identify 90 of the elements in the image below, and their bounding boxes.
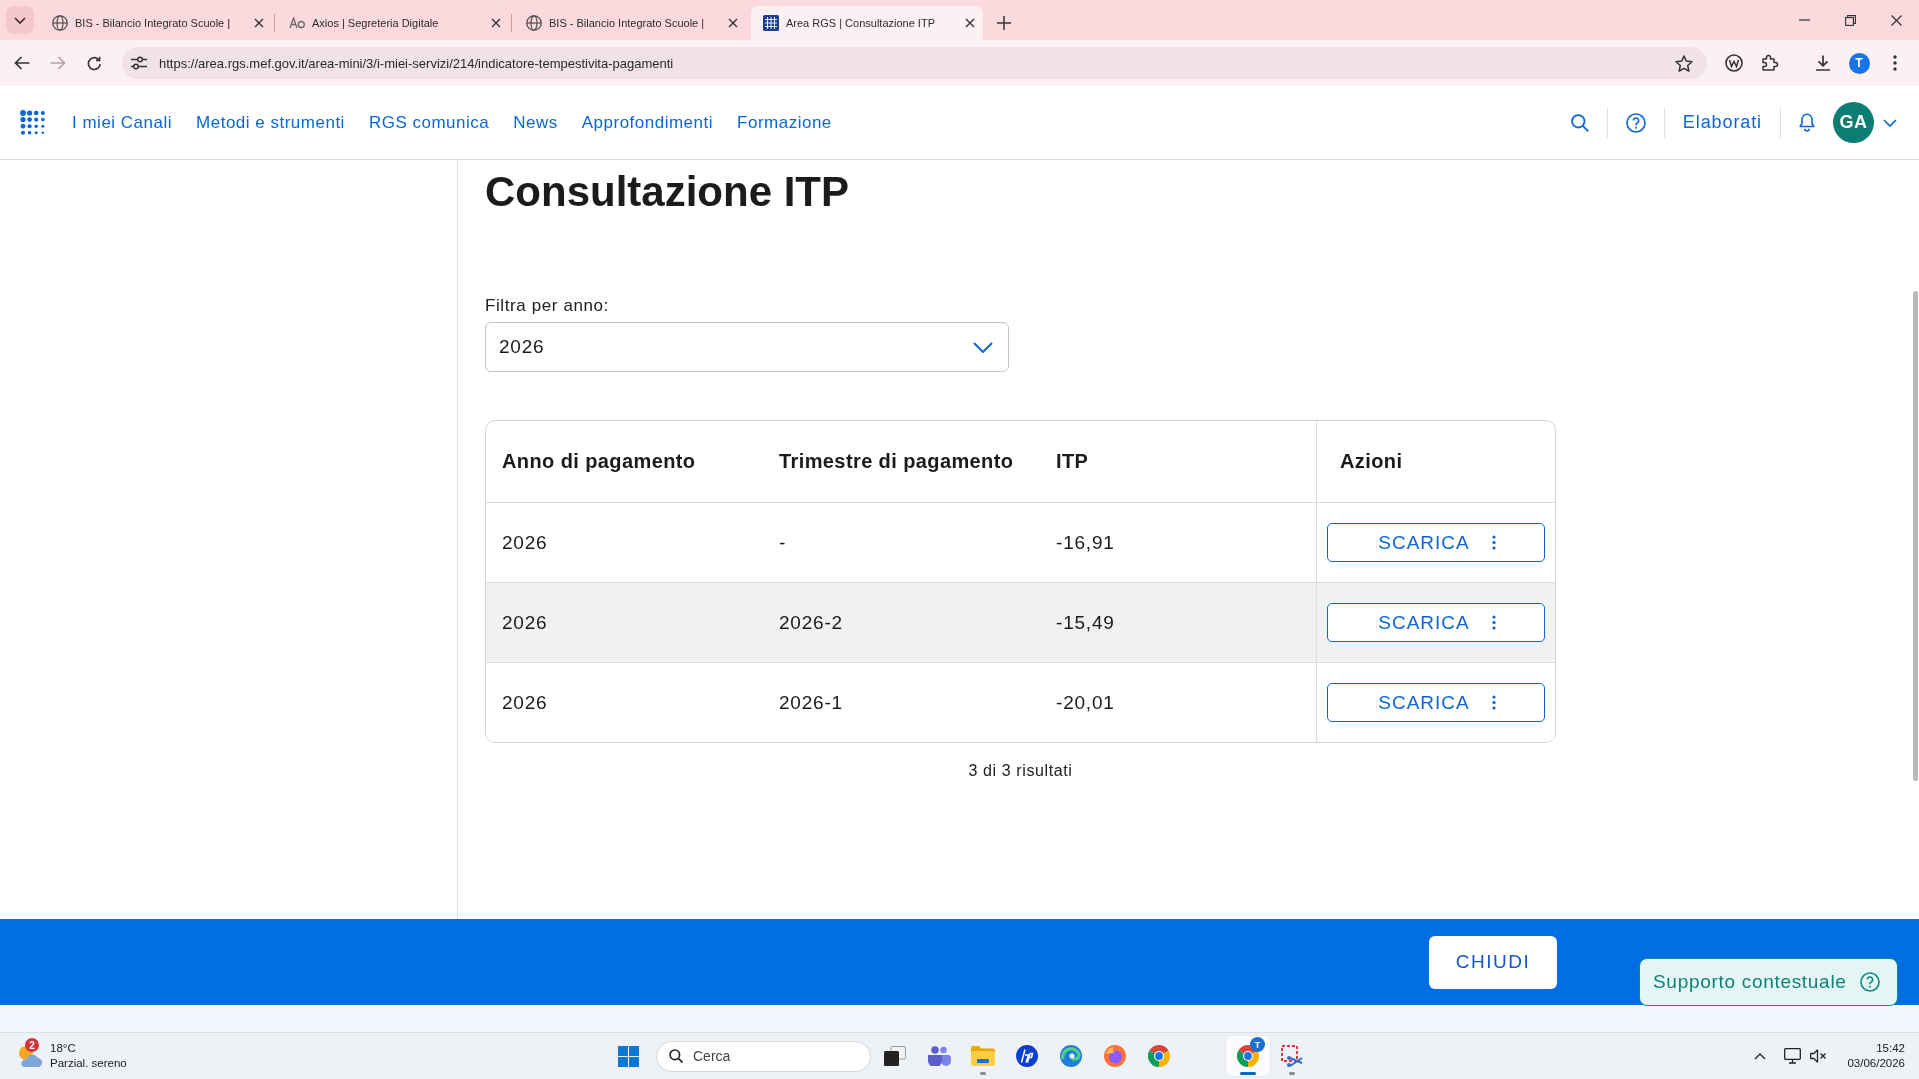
chevron-down-icon	[14, 16, 26, 24]
snip-icon	[1281, 1045, 1303, 1067]
table-cell: 2026-1	[779, 691, 843, 714]
more-icon[interactable]	[1491, 695, 1496, 710]
search-icon	[669, 1049, 683, 1063]
start-icon[interactable]	[617, 1045, 639, 1067]
profile-avatar[interactable]: T	[1848, 52, 1870, 74]
swirl-logo-icon	[1060, 1045, 1082, 1067]
clock-time[interactable]: 15:42	[1876, 1041, 1905, 1056]
more-icon[interactable]	[1491, 615, 1496, 630]
close-icon[interactable]	[728, 18, 738, 28]
column-header: Trimestre di pagamento	[779, 450, 1014, 473]
bell-icon[interactable]	[1799, 113, 1815, 132]
globe-icon	[52, 15, 68, 31]
notification-badge: 2	[25, 1038, 39, 1052]
support-button[interactable]: Supporto contestuale	[1639, 958, 1898, 1006]
menu-icon[interactable]	[1893, 55, 1897, 71]
close-icon[interactable]	[965, 18, 975, 28]
more-icon[interactable]	[1491, 535, 1496, 550]
close-icon[interactable]	[254, 18, 264, 28]
clock-date[interactable]: 03/06/2026	[1847, 1056, 1905, 1071]
search-icon[interactable]	[1570, 113, 1589, 132]
column-header: Anno di pagamento	[502, 450, 696, 473]
weather-condition: Parzial. sereno	[50, 1056, 127, 1071]
taskbar-button[interactable]: T	[1226, 1036, 1270, 1076]
browser-tab[interactable]: BIS - Bilancio Integrato Scuole |	[40, 6, 272, 40]
scrollbar-thumb[interactable]	[1913, 291, 1918, 781]
back-icon[interactable]	[14, 56, 30, 70]
download-icon[interactable]	[1815, 55, 1831, 71]
temperature-text: 18°C	[50, 1041, 77, 1056]
results-count: 3 di 3 risultati	[968, 761, 1073, 781]
folder-icon	[971, 1046, 995, 1066]
globe-icon	[526, 15, 542, 31]
fox-logo-icon	[1104, 1045, 1126, 1067]
address-bar[interactable]: https://area.rgs.mef.gov.it/area-mini/3/i-miei-servizi/214/indicatore-tempestivita-pagamenti	[122, 47, 1707, 79]
browser-tab[interactable]: BIS - Bilancio Integrato Scuole |	[514, 6, 746, 40]
speaker-muted-icon[interactable]	[1810, 1049, 1828, 1063]
grid-logo-icon	[763, 15, 779, 31]
monitor-icon[interactable]	[1784, 1048, 1802, 1064]
nav-link[interactable]: Approfondimenti	[581, 112, 714, 133]
window-icon	[884, 1046, 906, 1066]
bookmark-star-icon[interactable]	[1675, 54, 1693, 72]
table-cell: -15,49	[1056, 611, 1115, 634]
help-icon	[1860, 972, 1880, 992]
elaborati-link[interactable]: Elaborati	[1682, 112, 1762, 133]
page-title: Consultazione ITP	[485, 167, 849, 217]
chevron-down-icon	[973, 341, 993, 353]
browser-tab[interactable]: Area RGS | Consultazione ITP	[751, 6, 983, 40]
reload-icon[interactable]	[86, 55, 102, 71]
round-logo-icon	[1016, 1045, 1038, 1067]
plus-icon[interactable]	[997, 16, 1011, 30]
site-settings-icon[interactable]	[131, 56, 147, 70]
table-cell: 2026	[502, 531, 548, 554]
search-field[interactable]: Cerca	[656, 1040, 871, 1072]
table-cell: 2026-2	[779, 611, 843, 634]
nav-link[interactable]: Metodi e strumenti	[196, 112, 345, 133]
chevron-down-icon[interactable]	[1883, 118, 1897, 127]
table-cell: -16,91	[1056, 531, 1115, 554]
extension-icon[interactable]	[1725, 54, 1743, 72]
close-icon[interactable]	[1890, 14, 1902, 26]
user-avatar[interactable]: GA	[1833, 102, 1874, 143]
minimize-icon[interactable]	[1798, 19, 1810, 21]
table-cell: -20,01	[1056, 691, 1115, 714]
nav-link[interactable]: Formazione	[737, 112, 832, 133]
apps-grid-icon[interactable]	[20, 109, 46, 136]
close-icon[interactable]	[491, 18, 501, 28]
table-cell: -	[779, 531, 787, 554]
download-button[interactable]: SCARICA	[1327, 603, 1545, 642]
profile-badge: T	[1250, 1037, 1265, 1052]
nav-link[interactable]: News	[513, 112, 558, 133]
tab-search-button[interactable]	[6, 6, 34, 34]
site-logo-icon	[289, 17, 305, 29]
download-button[interactable]: SCARICA	[1327, 683, 1545, 722]
table-cell: 2026	[502, 611, 548, 634]
close-button[interactable]: CHIUDI	[1429, 935, 1557, 989]
column-header: Azioni	[1340, 450, 1403, 473]
nav-link[interactable]: I miei Canali	[72, 112, 173, 133]
table-cell: 2026	[502, 691, 548, 714]
puzzle-icon[interactable]	[1761, 54, 1779, 72]
browser-tab[interactable]: Axios | Segreteria Digitale	[277, 6, 509, 40]
ring-logo-icon	[1148, 1045, 1170, 1067]
people-icon	[927, 1046, 951, 1066]
chevron-up-icon[interactable]	[1754, 1052, 1767, 1060]
help-icon[interactable]	[1625, 112, 1646, 133]
filter-label: Filtra per anno:	[485, 295, 609, 317]
nav-link[interactable]: RGS comunica	[368, 112, 490, 133]
download-button[interactable]: SCARICA	[1327, 523, 1545, 562]
year-select[interactable]: 2026	[485, 322, 1009, 372]
column-header: ITP	[1056, 450, 1089, 473]
restore-icon[interactable]	[1844, 14, 1856, 26]
